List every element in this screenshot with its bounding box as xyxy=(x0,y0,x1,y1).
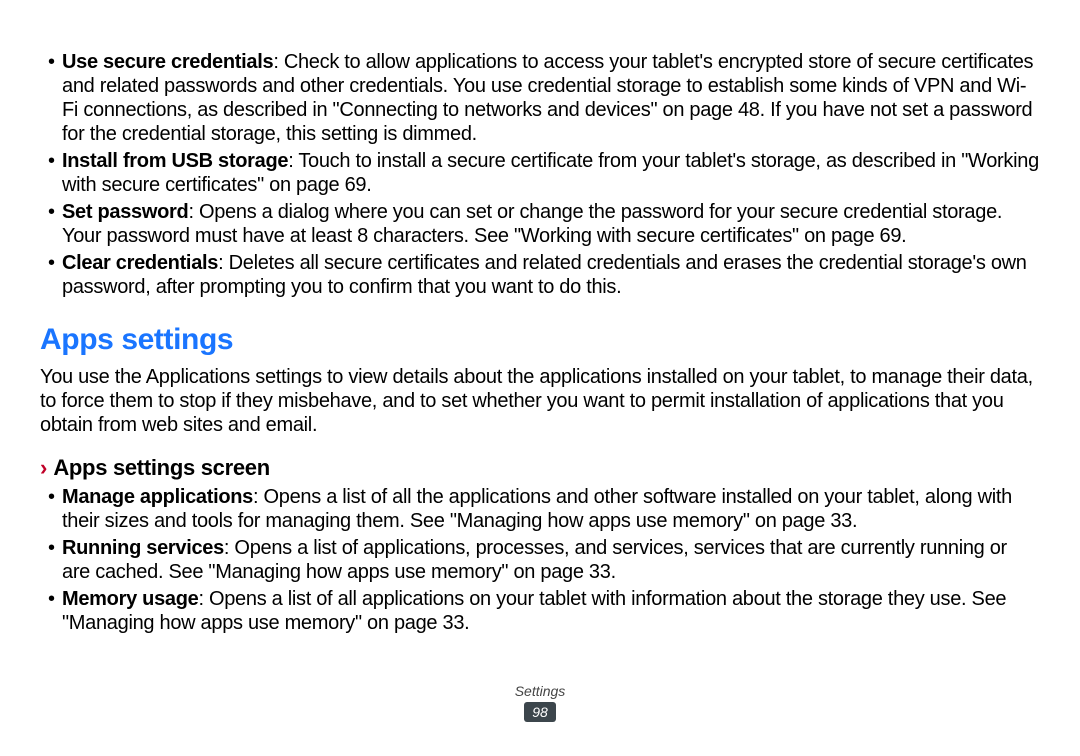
apps-settings-paragraph: You use the Applications settings to vie… xyxy=(40,365,1040,437)
apps-settings-bullet-list: • Manage applications : Opens a list of a… xyxy=(40,485,1040,635)
sub-heading-title: Apps settings screen xyxy=(53,455,270,481)
bullet-desc: : Opens a dialog where you can set or ch… xyxy=(62,201,1002,247)
bullet-set-password: • Set password: Opens a dialog where you… xyxy=(40,200,1040,248)
bullet-memory-usage: • Memory usage: Opens a list of all appl… xyxy=(40,587,1040,635)
bullet-install-from-usb: • Install from USB storage: Touch to ins… xyxy=(40,149,1040,197)
apps-settings-screen-subheading: › Apps settings screen xyxy=(40,455,1040,481)
apps-settings-heading: Apps settings xyxy=(40,323,1040,357)
bullet-icon: • xyxy=(48,485,55,509)
bullet-manage-applications: • Manage applications: Opens a list of a… xyxy=(40,485,1040,533)
bullet-term: Memory usage xyxy=(62,588,198,610)
bullet-icon: • xyxy=(48,587,55,611)
bullet-term: Use secure credentials xyxy=(62,51,273,73)
bullet-term: Manage applications xyxy=(62,486,253,508)
chevron-right-icon: › xyxy=(40,457,47,479)
document-page: • Use secure credentials: Check to allow… xyxy=(0,0,1080,756)
bullet-icon: • xyxy=(48,536,55,560)
bullet-term: Clear credentials xyxy=(62,252,218,274)
bullet-icon: • xyxy=(48,50,55,74)
bullet-icon: • xyxy=(48,200,55,224)
bullet-clear-credentials: • Clear credentials: Deletes all secure … xyxy=(40,251,1040,299)
bullet-term: Install from USB storage xyxy=(62,150,288,172)
bullet-icon: • xyxy=(48,149,55,173)
bullet-use-secure-credentials: • Use secure credentials: Check to allow… xyxy=(40,50,1040,146)
bullet-running-services: • Running services: Opens a list of appl… xyxy=(40,536,1040,584)
bullet-term: Running services xyxy=(62,537,224,559)
bullet-desc: : Opens a list of all applications on yo… xyxy=(62,588,1006,634)
bullet-icon: • xyxy=(48,251,55,275)
page-footer: Settings 98 xyxy=(0,683,1080,722)
bullet-term: Set password xyxy=(62,201,188,223)
footer-section-label: Settings xyxy=(0,683,1080,699)
page-number: 98 xyxy=(524,702,556,722)
credentials-bullet-list: • Use secure credentials: Check to allow… xyxy=(40,50,1040,299)
